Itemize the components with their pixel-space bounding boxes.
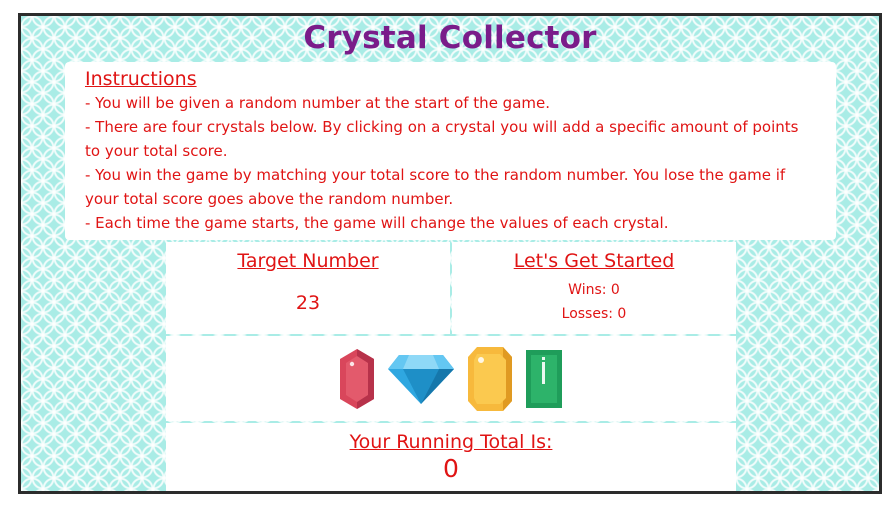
yellow-crystal-icon[interactable] — [467, 346, 513, 412]
target-number-heading: Target Number — [237, 250, 379, 272]
red-crystal-icon[interactable] — [339, 348, 375, 410]
instructions-panel: Instructions - You will be given a rando… — [65, 62, 836, 240]
status-heading: Let's Get Started — [513, 250, 675, 272]
running-total-heading: Your Running Total Is: — [349, 431, 553, 453]
wins-count: Wins: 0 — [568, 282, 620, 298]
running-total-panel: Your Running Total Is: 0 — [166, 423, 736, 491]
running-total-value: 0 — [443, 454, 459, 483]
instructions-heading: Instructions — [85, 68, 197, 90]
green-crystal-icon[interactable] — [525, 349, 563, 409]
page-title: Crystal Collector — [303, 20, 597, 56]
score-status-panel: Let's Get Started Wins: 0 Losses: 0 — [452, 242, 736, 334]
instruction-line: - You will be given a random number at t… — [85, 94, 551, 112]
target-number-panel: Target Number 23 — [166, 242, 450, 334]
target-number-value: 23 — [295, 292, 321, 314]
losses-count: Losses: 0 — [561, 306, 627, 322]
blue-diamond-icon[interactable] — [387, 353, 455, 405]
instruction-line: - Each time the game starts, the game wi… — [85, 214, 669, 232]
instruction-line: - There are four crystals below. By clic… — [85, 118, 799, 160]
instruction-line: - You win the game by matching your tota… — [85, 166, 786, 208]
game-frame: Crystal Collector Instructions - You wil… — [18, 13, 882, 494]
crystals-panel — [166, 336, 736, 421]
